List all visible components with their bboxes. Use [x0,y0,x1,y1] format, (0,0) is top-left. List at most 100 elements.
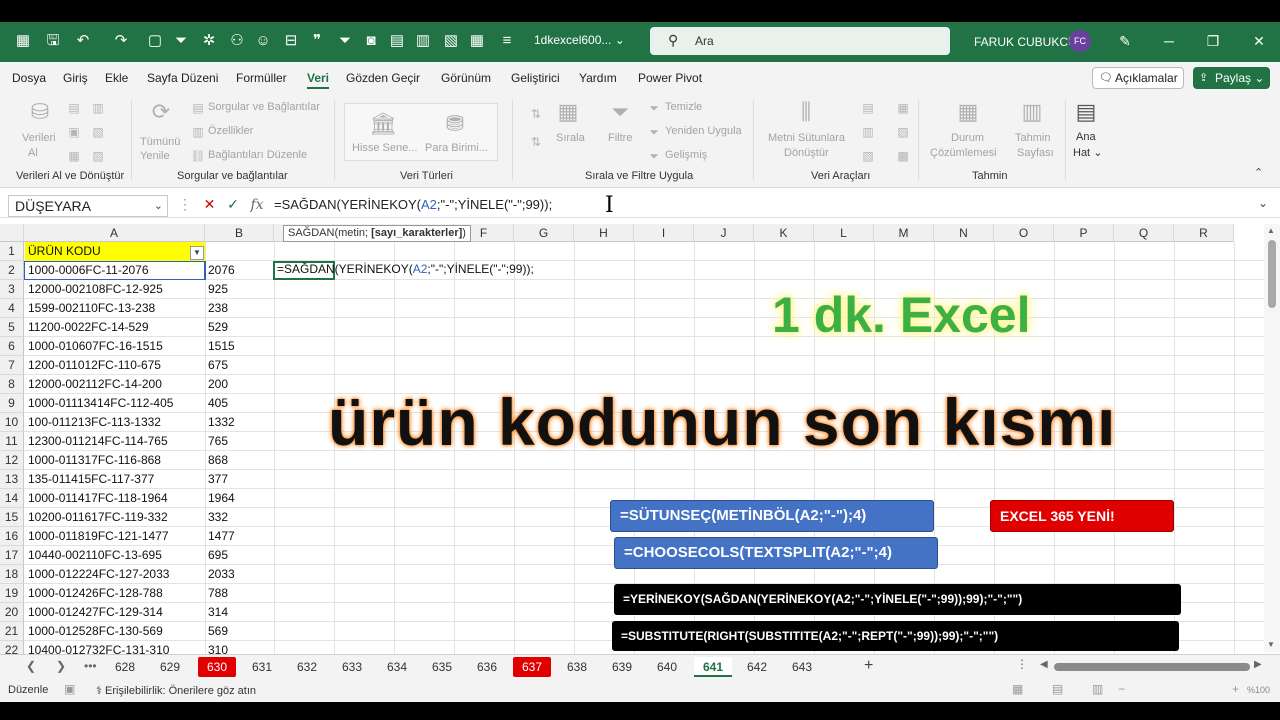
column-header[interactable]: J [694,224,754,242]
flash-fill-icon[interactable]: ▤ [860,100,876,116]
share-button[interactable]: ⇪ Paylaş ⌄ [1193,67,1270,89]
sheet-tab-628[interactable]: 628 [106,657,144,677]
edit-links-button[interactable]: Bağlantıları Düzenle [208,149,307,161]
row-header[interactable]: 7 [0,356,24,375]
data-types-gallery[interactable]: 🏛 Hisse Sene... ⛃ Para Birimi... [344,103,498,161]
in-cell-formula[interactable]: =SAĞDAN(YERİNEKOY(A2;"-";YİNELE("-";99))… [277,262,534,276]
filter-icon[interactable]: ⏷ [606,98,634,126]
table-cell[interactable]: 238 [205,299,273,318]
table-cell[interactable]: 1000-010607FC-16-1515 [25,337,189,356]
queries-icon[interactable]: ▨ [90,148,106,164]
table-cell[interactable]: 332 [205,508,273,527]
properties-button[interactable]: Özellikler [208,125,253,137]
sheet-tab-631[interactable]: 631 [243,657,281,677]
sheet-tab-629[interactable]: 629 [151,657,189,677]
table-cell[interactable]: 1477 [205,527,273,546]
forecast-sheet-button-line2[interactable]: Sayfası [1017,147,1054,159]
save-icon[interactable]: 🖫 [42,30,64,52]
insert-function-icon[interactable]: fx [250,197,263,213]
row-header[interactable]: 16 [0,527,24,546]
sheet-tab-633[interactable]: 633 [333,657,371,677]
menu-ekle[interactable]: Ekle [105,71,128,85]
table-cell[interactable]: 1000-012528FC-130-569 [25,622,189,641]
table-cell[interactable]: 1515 [205,337,273,356]
table-cell[interactable]: 377 [205,470,273,489]
scroll-right-icon[interactable]: ▶ [1254,659,1262,670]
table-cell[interactable]: 10400-012732FC-131-310 [25,641,189,654]
recent-sources-icon[interactable]: ▥ [90,100,106,116]
row-header[interactable]: 13 [0,470,24,489]
row-header[interactable]: 22 [0,641,24,654]
page-break-icon[interactable]: ▥ [1092,682,1103,696]
relationships-icon[interactable]: ▨ [895,124,911,140]
formula-input[interactable]: =SAĞDAN(YERİNEKOY(A2;"-";YİNELE("-";99))… [274,197,552,212]
table-icon[interactable]: ▦ [466,30,488,52]
funnel-icon[interactable]: ⏷ [334,30,356,52]
text-to-columns-button-line2[interactable]: Dönüştür [784,147,829,159]
smiley-icon[interactable]: ☺ [252,30,274,52]
horizontal-scrollbar[interactable]: ◀ ▶ [1040,659,1264,672]
queries-connections-button[interactable]: Sorgular ve Bağlantılar [208,101,320,113]
queries-connections-icon[interactable]: ▤ [190,100,206,116]
table-cell[interactable]: 1332 [205,413,273,432]
menu-gelistirici[interactable]: Geliştirici [511,71,560,85]
table-cell[interactable]: 529 [205,318,273,337]
header-cell[interactable]: ÜRÜN KODU [25,242,205,261]
table-cell[interactable]: 1964 [205,489,273,508]
avatar[interactable]: FC [1069,30,1091,52]
row-header[interactable]: 21 [0,622,24,641]
table-cell[interactable]: 1000-012427FC-129-314 [25,603,189,622]
row-header[interactable]: 5 [0,318,24,337]
sheet-tab-641[interactable]: 641 [694,657,732,677]
row-header[interactable]: 10 [0,413,24,432]
table-cell[interactable]: 1000-012224FC-127-2033 [25,565,189,584]
new-file-icon[interactable]: ▢ [144,30,166,52]
reapply-button[interactable]: Yeniden Uygula [665,125,742,137]
refresh-all-icon[interactable]: ⟳ [147,98,175,126]
page-layout-icon[interactable]: ▤ [1052,682,1063,696]
table-cell[interactable]: 868 [205,451,273,470]
sort-az-icon[interactable]: ⇅ [528,106,544,122]
table-cell[interactable]: 1000-011417FC-118-1964 [25,489,189,508]
search-box[interactable]: ⚲ Ara [650,27,950,55]
table-cell[interactable]: 1200-011012FC-110-675 [25,356,189,375]
menu-sayfa-duzeni[interactable]: Sayfa Düzeni [147,71,218,85]
consolidate-icon[interactable]: ▦ [895,100,911,116]
refresh-all-button-line2[interactable]: Yenile [140,150,170,162]
table-cell[interactable]: 569 [205,622,273,641]
row-header[interactable]: 8 [0,375,24,394]
table-cell[interactable]: 1000-011819FC-121-1477 [25,527,189,546]
menu-yardim[interactable]: Yardım [579,71,617,85]
table-cell[interactable]: 2033 [205,565,273,584]
table-cell[interactable]: 405 [205,394,273,413]
forecast-sheet-icon[interactable]: ▥ [1018,98,1046,126]
sort-icon[interactable]: ▦ [554,98,582,126]
existing-connections-icon[interactable]: ▧ [90,124,106,140]
row-header[interactable]: 15 [0,508,24,527]
zoom-out-icon[interactable]: − [1118,682,1125,696]
column-header[interactable]: R [1174,224,1234,242]
row-header[interactable]: 4 [0,299,24,318]
menu-gozden-gecir[interactable]: Gözden Geçir [346,71,420,85]
table-cell[interactable]: 695 [205,546,273,565]
customize-toolbar-icon[interactable]: ≡ [496,30,518,52]
document-name[interactable]: 1dkexcel600... ⌄ [534,33,625,47]
prev-sheet-icon[interactable]: ❮ [26,659,36,673]
currency-button[interactable]: Para Birimi... [425,142,488,154]
vertical-scrollbar[interactable]: ▲ ▼ [1264,224,1280,652]
ribbon-collapse-icon[interactable]: ⌃ [1254,166,1263,179]
macro-record-icon[interactable]: ▣ [64,682,75,696]
outline-icon[interactable]: ▤ [1072,98,1100,126]
sort-button[interactable]: Sırala [556,132,585,144]
undo-icon[interactable]: ↶ [72,30,94,52]
column-header[interactable]: B [205,224,274,242]
sheet-tab-642[interactable]: 642 [738,657,776,677]
row-header[interactable]: 9 [0,394,24,413]
scroll-up-icon[interactable]: ▲ [1267,226,1275,235]
table-cell[interactable]: 135-011415FC-117-377 [25,470,189,489]
sheet-tab-637[interactable]: 637 [513,657,551,677]
table-cell[interactable]: 788 [205,584,273,603]
camera-icon[interactable]: ◙ [360,30,382,52]
column-header[interactable]: N [934,224,994,242]
forecast-sheet-button[interactable]: Tahmin [1015,132,1050,144]
